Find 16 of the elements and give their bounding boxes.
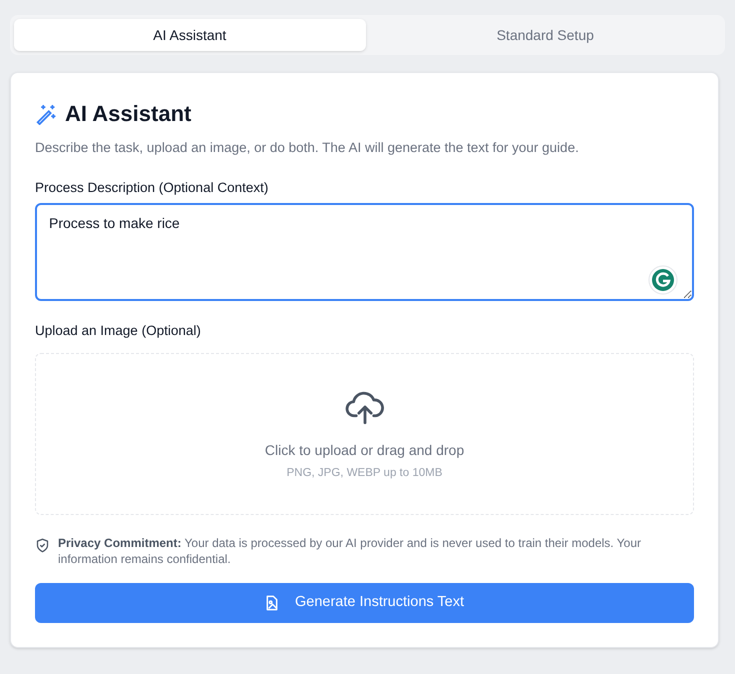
magic-wand-icon <box>35 102 57 124</box>
upload-dropzone[interactable]: Click to upload or drag and drop PNG, JPG, WEBP up to 10MB <box>35 352 694 515</box>
upload-hint: PNG, JPG, WEBP up to 10MB <box>286 466 442 481</box>
upload-prompt: Click to upload or drag and drop <box>264 440 464 460</box>
card-title: AI Assistant <box>65 100 192 128</box>
privacy-note: Privacy Commitment: Your data is processed by our AI provider and is never used to train their models. Your information remains confidential. <box>58 534 642 567</box>
shield-check-icon <box>35 538 50 553</box>
image-file-icon <box>265 594 279 611</box>
generate-button[interactable]: Generate Instructions Text <box>35 582 694 623</box>
field-label: Upload an Image (Optional) <box>35 322 202 340</box>
card-subtitle: Describe the task, upload an image, or do both. The AI will generate the text for your guide. <box>35 139 580 157</box>
tab[interactable]: Standard Setup <box>370 19 721 51</box>
grammar-check-icon[interactable] <box>648 264 678 294</box>
description-field[interactable]: Process to make rice <box>35 202 694 300</box>
field-label: Process Description (Optional Context) <box>35 179 270 198</box>
tab[interactable]: AI Assistant <box>14 19 366 51</box>
